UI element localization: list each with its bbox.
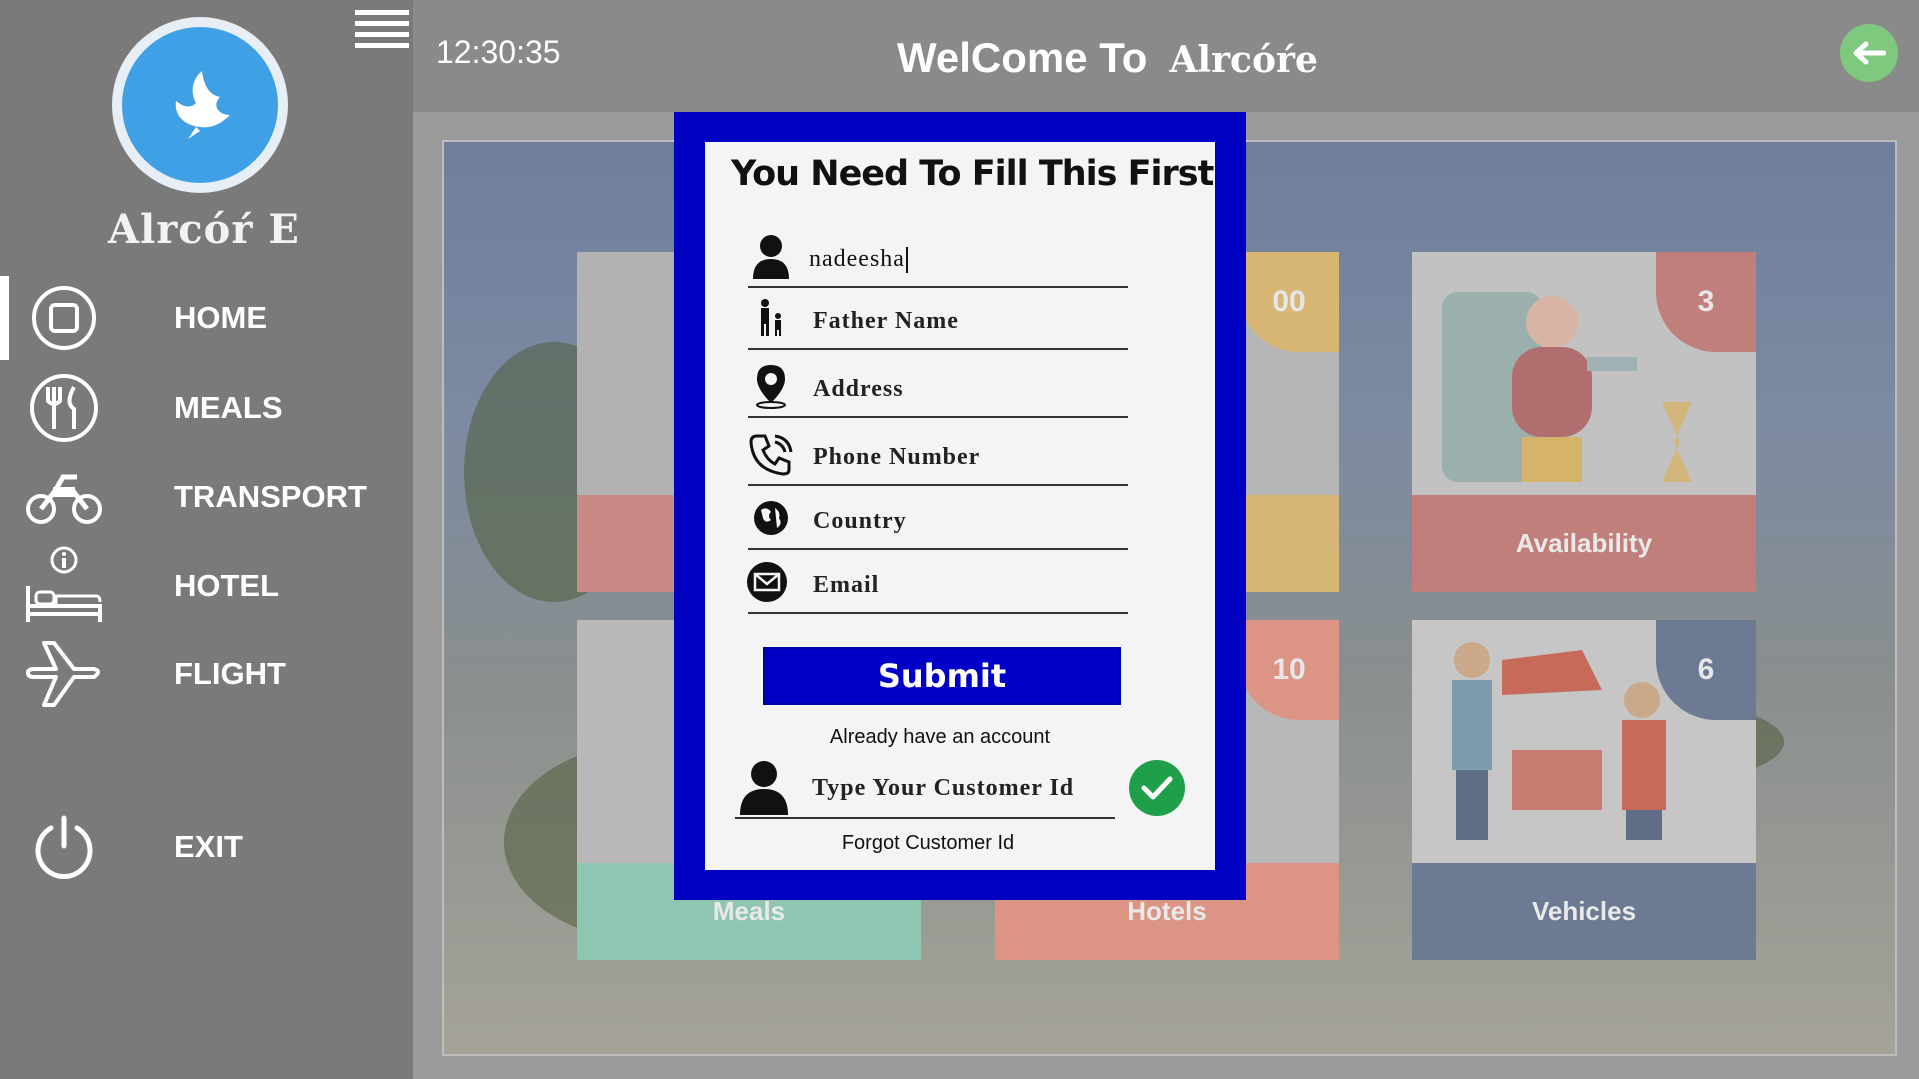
motorbike-icon	[24, 457, 104, 537]
bed-icon	[24, 546, 104, 626]
customer-user-icon	[735, 759, 793, 815]
father-name-placeholder: Father Name	[813, 308, 959, 334]
location-pin-icon	[748, 362, 794, 410]
father-child-icon	[748, 294, 794, 342]
country-placeholder: Country	[813, 508, 907, 534]
forgot-customer-id-link[interactable]: Forgot Customer Id	[705, 832, 1151, 855]
registration-modal: You Need To Fill This First nadeesha Fat…	[705, 142, 1215, 870]
nav-home-label: HOME	[174, 300, 267, 335]
nav-meals-label: MEALS	[174, 390, 283, 425]
airplane-icon	[24, 634, 104, 714]
nav-exit-label: EXIT	[174, 829, 243, 864]
card-availability[interactable]: Availability 3	[1412, 252, 1756, 592]
app-logo	[112, 17, 288, 193]
fork-knife-icon	[24, 368, 104, 448]
address-placeholder: Address	[813, 376, 904, 402]
vehicles-label: Vehicles	[1412, 863, 1756, 960]
back-button[interactable]	[1840, 24, 1898, 82]
arrow-left-icon	[1853, 41, 1886, 65]
phone-icon	[748, 430, 794, 478]
father-name-field[interactable]: Father Name	[748, 288, 1128, 350]
welcome-prefix: WelCome To	[897, 34, 1148, 81]
user-icon	[748, 232, 794, 280]
username-value: nadeesha	[809, 246, 908, 274]
home-circle-icon	[24, 278, 104, 358]
envelope-icon	[744, 558, 790, 606]
nav-flight-label: FLIGHT	[174, 656, 286, 691]
nav-hotel[interactable]: HOTEL	[0, 546, 413, 626]
nav-exit[interactable]: EXIT	[0, 807, 413, 887]
nav-flight[interactable]: FLIGHT	[0, 634, 413, 714]
availability-label: Availability	[1412, 495, 1756, 592]
customer-id-placeholder: Type Your Customer Id	[812, 775, 1075, 801]
menu-icon[interactable]	[355, 10, 409, 52]
globe-icon	[748, 494, 794, 542]
phone-placeholder: Phone Number	[813, 444, 981, 470]
brand-name: Alrcóŕ E	[108, 206, 300, 253]
nav-hotel-label: HOTEL	[174, 568, 280, 603]
nav-transport[interactable]: TRANSPORT	[0, 457, 413, 537]
username-field[interactable]: nadeesha	[748, 226, 1128, 288]
checkmark-icon	[1141, 776, 1173, 800]
submit-button[interactable]: Submit	[763, 647, 1121, 705]
phone-field[interactable]: Phone Number	[748, 424, 1128, 486]
nav-transport-label: TRANSPORT	[174, 479, 367, 514]
page-title: WelCome To Alrcóŕe	[897, 34, 1318, 82]
nav-home[interactable]: HOME	[0, 278, 413, 358]
dove-icon	[122, 27, 278, 183]
power-icon	[24, 807, 104, 887]
already-account-text: Already have an account	[829, 726, 1051, 748]
modal-title: You Need To Fill This First	[731, 154, 1214, 194]
email-field[interactable]: Email	[747, 552, 1128, 614]
card-vehicles[interactable]: Vehicles 6	[1412, 620, 1756, 960]
customer-id-field[interactable]: Type Your Customer Id	[735, 757, 1115, 819]
country-field[interactable]: Country	[748, 488, 1128, 550]
clock: 12:30:35	[436, 34, 561, 70]
nav-meals[interactable]: MEALS	[0, 368, 413, 448]
sidebar: Alrcóŕ E HOME MEALS TRANSPORT HOTEL FLIG…	[0, 0, 413, 1079]
address-field[interactable]: Address	[748, 356, 1128, 418]
email-placeholder: Email	[813, 572, 880, 598]
welcome-brand: Alrcóŕe	[1169, 39, 1318, 81]
confirm-check-button[interactable]	[1129, 760, 1185, 816]
